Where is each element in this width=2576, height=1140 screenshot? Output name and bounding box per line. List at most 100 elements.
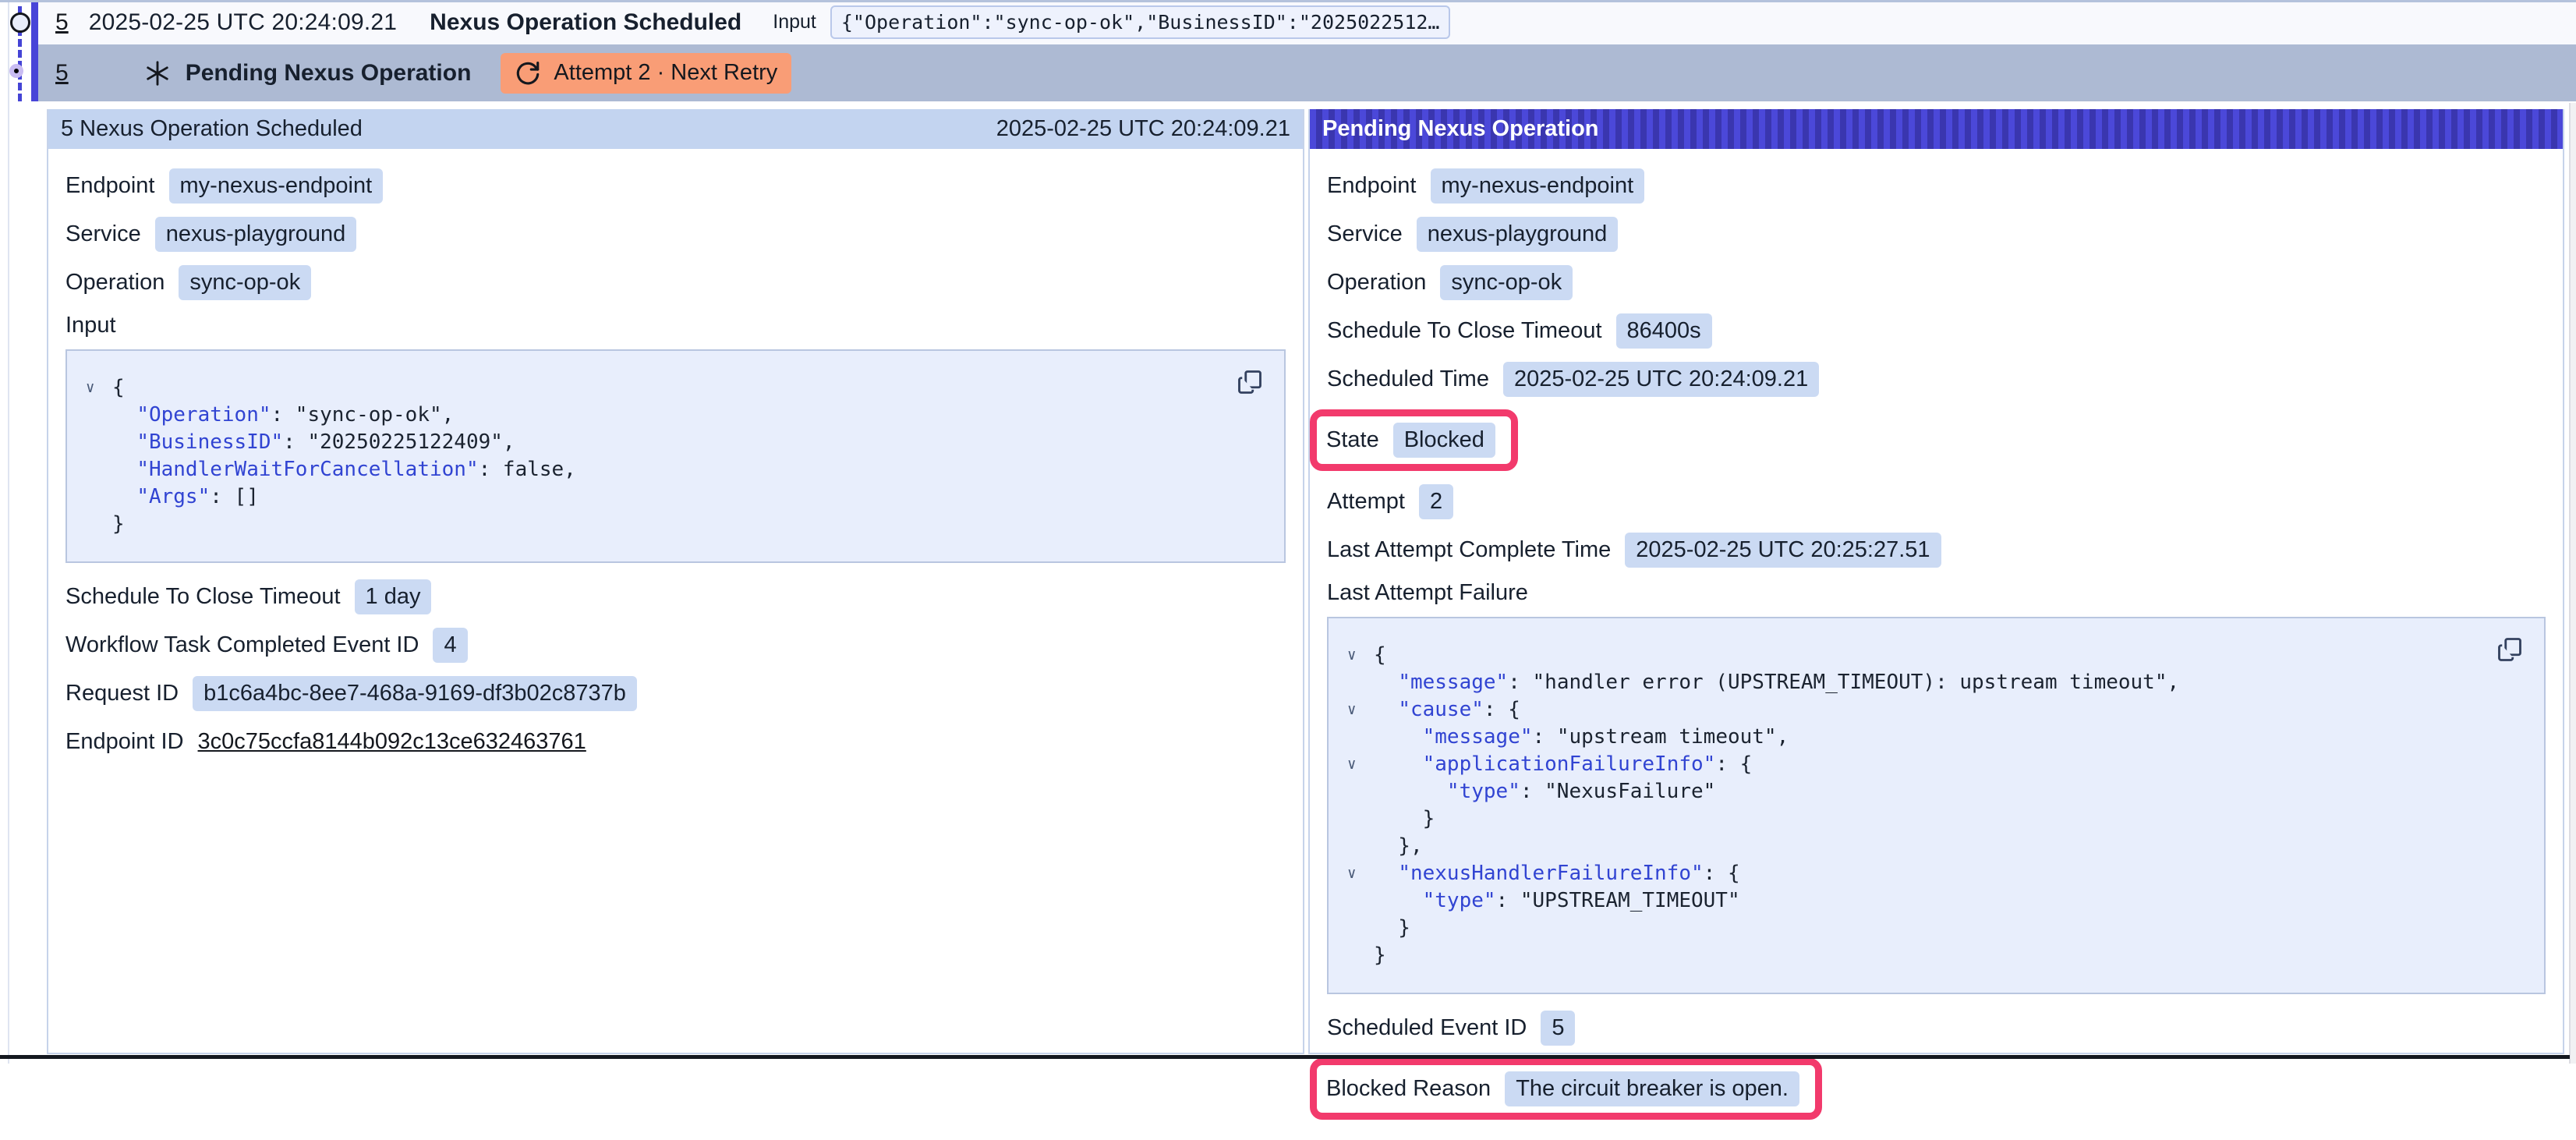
code-text: } bbox=[1374, 942, 1386, 969]
event-title: Nexus Operation Scheduled bbox=[430, 9, 741, 36]
code-text: "type": "NexusFailure" bbox=[1374, 778, 1715, 805]
field-row-request-id: Request ID b1c6a4bc-8ee7-468a-9169-df3b02… bbox=[65, 675, 1286, 711]
code-text: "applicationFailureInfo": { bbox=[1374, 751, 1752, 778]
field-label-schedule-to-close-timeout: Schedule To Close Timeout bbox=[1327, 318, 1602, 344]
right-card-title: Pending Nexus Operation bbox=[1322, 116, 1599, 142]
copy-icon[interactable] bbox=[2496, 635, 2524, 664]
left-card-header: 5 Nexus Operation Scheduled 2025-02-25 U… bbox=[48, 109, 1303, 149]
field-row-endpoint-id: Endpoint ID 3c0c75ccfa8144b092c13ce632463… bbox=[65, 724, 1286, 759]
field-value-last-attempt-complete-time: 2025-02-25 UTC 20:25:27.51 bbox=[1625, 533, 1941, 568]
collapse-chevron-icon[interactable]: ∨ bbox=[1347, 751, 1374, 778]
code-line: ∨ "type": "UPSTREAM_TIMEOUT" bbox=[1347, 887, 2521, 915]
field-label-endpoint: Endpoint bbox=[1327, 173, 1417, 199]
code-line: ∨ "Args": [] bbox=[86, 483, 1261, 511]
field-value-attempt: 2 bbox=[1419, 484, 1453, 519]
field-value-workflow-task-completed-event-id: 4 bbox=[433, 628, 467, 663]
code-text: }, bbox=[1374, 833, 1423, 860]
code-text: } bbox=[112, 511, 125, 538]
field-row-scheduled-event-id: Scheduled Event ID5 bbox=[1327, 1010, 2546, 1046]
event-row-nexus-operation-scheduled[interactable]: 5 2025-02-25 UTC 20:24:09.21 Nexus Opera… bbox=[38, 0, 2576, 44]
field-value-request-id: b1c6a4bc-8ee7-468a-9169-df3b02c8737b bbox=[193, 676, 637, 711]
code-text: "BusinessID": "20250225122409", bbox=[112, 429, 515, 456]
highlight-box-state: StateBlocked bbox=[1310, 409, 1518, 471]
code-text: "message": "upstream timeout", bbox=[1374, 724, 1789, 751]
field-value-blocked-reason: The circuit breaker is open. bbox=[1505, 1071, 1799, 1106]
event-input-preview-chip[interactable]: {"Operation":"sync-op-ok","BusinessID":"… bbox=[830, 5, 1451, 39]
copy-icon[interactable] bbox=[1236, 368, 1264, 396]
field-value-operation: sync-op-ok bbox=[179, 265, 311, 300]
code-line: ∨ "Operation": "sync-op-ok", bbox=[86, 402, 1261, 429]
failure-section-label: Last Attempt Failure bbox=[1327, 580, 2546, 606]
selected-indicator-bar bbox=[31, 2, 38, 101]
field-label-service: Service bbox=[1327, 221, 1403, 247]
code-line: ∨ "type": "NexusFailure" bbox=[1347, 778, 2521, 805]
code-line: ∨ } bbox=[1347, 805, 2521, 833]
collapse-chevron-icon[interactable]: ∨ bbox=[86, 374, 112, 402]
field-row-service: Servicenexus-playground bbox=[65, 216, 1286, 252]
code-text: } bbox=[1374, 805, 1435, 833]
field-label-request-id: Request ID bbox=[65, 681, 179, 706]
field-row-attempt: Attempt 2 bbox=[1327, 483, 2546, 519]
code-line: ∨{ bbox=[86, 374, 1261, 402]
field-label-endpoint-id: Endpoint ID bbox=[65, 729, 184, 755]
field-value-schedule-to-close-timeout: 86400s bbox=[1616, 313, 1712, 349]
code-line: ∨ "cause": { bbox=[1347, 696, 2521, 724]
right-card-body: Endpointmy-nexus-endpointServicenexus-pl… bbox=[1310, 149, 2563, 1140]
collapse-chevron-icon[interactable]: ∨ bbox=[1347, 696, 1374, 724]
field-row-state: StateBlocked bbox=[1319, 409, 2546, 471]
timeline-selected-dot-icon bbox=[9, 64, 23, 78]
event-history-rows: 5 2025-02-25 UTC 20:24:09.21 Nexus Opera… bbox=[38, 0, 2576, 101]
event-detail-card-scheduled: 5 Nexus Operation Scheduled 2025-02-25 U… bbox=[47, 109, 1304, 1054]
left-gutter-line bbox=[8, 0, 9, 1064]
collapse-chevron-icon[interactable]: ∨ bbox=[1347, 642, 1374, 669]
attempt-retry-badge: Attempt 2 · Next Retry bbox=[501, 53, 791, 94]
code-text: "cause": { bbox=[1374, 696, 1520, 724]
event-id-link[interactable]: 5 bbox=[55, 60, 69, 87]
field-value-scheduled-time: 2025-02-25 UTC 20:24:09.21 bbox=[1503, 362, 1819, 397]
code-line: ∨ "message": "handler error (UPSTREAM_TI… bbox=[1347, 669, 2521, 696]
field-label-endpoint: Endpoint bbox=[65, 173, 155, 199]
field-row-scheduled-time: Scheduled Time 2025-02-25 UTC 20:24:09.21 bbox=[1327, 361, 2546, 397]
field-value-endpoint: my-nexus-endpoint bbox=[1431, 168, 1645, 204]
field-label-operation: Operation bbox=[65, 270, 165, 296]
highlight-box-blocked-reason: Blocked Reason The circuit breaker is ope… bbox=[1310, 1058, 1822, 1120]
failure-code-block: ∨{∨ "message": "handler error (UPSTREAM_… bbox=[1327, 617, 2546, 994]
field-value-schedule-to-close-timeout: 1 day bbox=[355, 579, 432, 614]
code-line: ∨} bbox=[86, 511, 1261, 538]
event-id-link[interactable]: 5 bbox=[55, 9, 69, 36]
code-line: ∨ "message": "upstream timeout", bbox=[1347, 724, 2521, 751]
timeline-event-dot-icon bbox=[10, 12, 30, 33]
field-label-attempt: Attempt bbox=[1327, 489, 1405, 515]
field-label-blocked-reason: Blocked Reason bbox=[1326, 1076, 1491, 1102]
field-label-scheduled-time: Scheduled Time bbox=[1327, 366, 1489, 392]
left-card-body: Endpointmy-nexus-endpoint Servicenexus-pl… bbox=[48, 149, 1303, 780]
input-section-label: Input bbox=[65, 313, 1286, 338]
code-text: { bbox=[1374, 642, 1386, 669]
pending-operation-card: Pending Nexus Operation Endpoint my-nexus… bbox=[1308, 109, 2564, 1054]
event-row-pending-nexus-operation[interactable]: 5 Pending Nexus Operation Attempt 2 · Ne… bbox=[38, 44, 2576, 101]
collapse-chevron-icon[interactable]: ∨ bbox=[1347, 860, 1374, 887]
code-line: ∨} bbox=[1347, 942, 2521, 969]
field-value-scheduled-event-id: 5 bbox=[1541, 1011, 1575, 1046]
field-label-workflow-task-completed-event-id: Workflow Task Completed Event ID bbox=[65, 632, 419, 658]
event-input-label: Input bbox=[773, 11, 816, 34]
input-code-block: ∨{∨ "Operation": "sync-op-ok",∨ "Busines… bbox=[65, 349, 1286, 563]
field-link-endpoint-id[interactable]: 3c0c75ccfa8144b092c13ce632463761 bbox=[198, 724, 586, 759]
code-line: ∨ }, bbox=[1347, 833, 2521, 860]
code-text: "Operation": "sync-op-ok", bbox=[112, 402, 454, 429]
vertical-scrollbar[interactable] bbox=[2569, 103, 2576, 1064]
bottom-divider bbox=[0, 1055, 2570, 1059]
code-line: ∨ "HandlerWaitForCancellation": false, bbox=[86, 456, 1261, 483]
left-card-time: 2025-02-25 UTC 20:24:09.21 bbox=[996, 116, 1290, 142]
field-row-endpoint: Endpointmy-nexus-endpoint bbox=[65, 168, 1286, 204]
field-value-operation: sync-op-ok bbox=[1440, 265, 1573, 300]
code-line: ∨ } bbox=[1347, 915, 2521, 942]
code-line: ∨{ bbox=[1347, 642, 2521, 669]
code-text: "message": "handler error (UPSTREAM_TIME… bbox=[1374, 669, 2179, 696]
left-card-title: 5 Nexus Operation Scheduled bbox=[61, 116, 363, 142]
code-line: ∨ "applicationFailureInfo": { bbox=[1347, 751, 2521, 778]
retry-icon bbox=[515, 60, 541, 87]
event-time: 2025-02-25 UTC 20:24:09.21 bbox=[89, 9, 397, 36]
field-row-last-attempt-complete-time: Last Attempt Complete Time2025-02-25 UTC… bbox=[1327, 532, 2546, 568]
field-row-operation: Operationsync-op-ok bbox=[1327, 264, 2546, 300]
